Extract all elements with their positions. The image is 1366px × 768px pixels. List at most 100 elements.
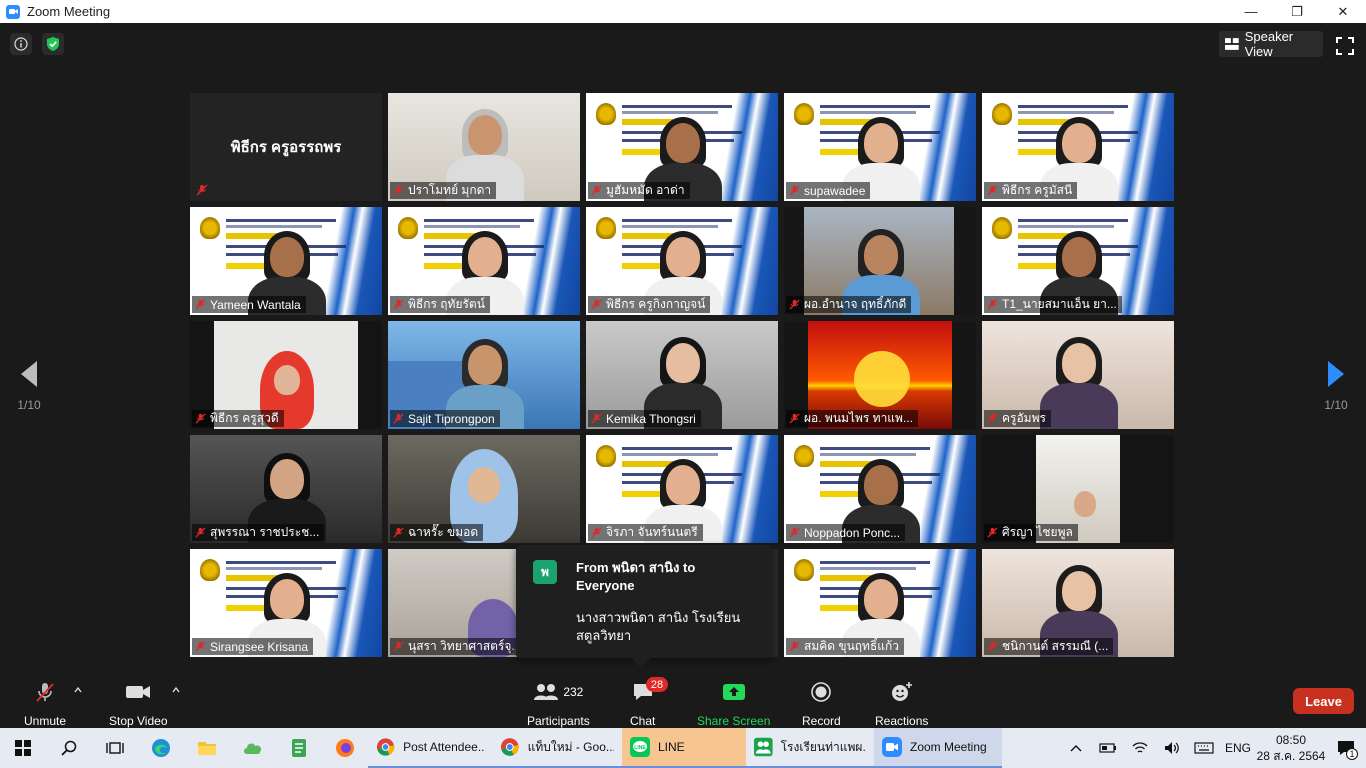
participant-tile[interactable]: Kemika Thongsri bbox=[586, 321, 778, 429]
window-title: Zoom Meeting bbox=[27, 4, 111, 19]
fullscreen-icon[interactable] bbox=[1334, 35, 1356, 57]
sender-avatar: พ bbox=[533, 560, 557, 584]
speaker-view-button[interactable]: Speaker View bbox=[1219, 29, 1323, 59]
taskbar-app-chrome-new-tab[interactable]: แท็บใหม่ - Goo... bbox=[492, 728, 622, 768]
close-button[interactable]: ✕ bbox=[1320, 0, 1366, 23]
edge-browser-icon[interactable] bbox=[138, 728, 184, 768]
participant-tile[interactable]: ครูอัมพร bbox=[982, 321, 1174, 429]
notification-center-icon[interactable]: 1 bbox=[1326, 728, 1366, 768]
unmute-button[interactable]: Unmute bbox=[24, 681, 66, 728]
battery-icon[interactable] bbox=[1092, 728, 1124, 768]
audio-options-chevron-up-icon[interactable] bbox=[73, 685, 83, 695]
participant-name: พิธีกร ครูมัสนี bbox=[1002, 183, 1073, 197]
speaker-view-icon bbox=[1225, 38, 1239, 50]
zoom-app-icon bbox=[6, 4, 20, 19]
muted-mic-icon bbox=[393, 185, 404, 196]
reactions-button[interactable]: Reactions bbox=[875, 681, 928, 728]
file-explorer-icon[interactable] bbox=[184, 728, 230, 768]
meeting-info-icon[interactable] bbox=[10, 33, 32, 55]
previous-page-nav[interactable]: 1/10 bbox=[5, 356, 53, 412]
participant-tile[interactable]: มูฮัมหมัด อาด่า bbox=[586, 93, 778, 201]
taskbar-clock[interactable]: 08:50 28 ส.ค. 2564 bbox=[1256, 732, 1326, 764]
smiley-plus-icon bbox=[890, 681, 914, 703]
participant-tile[interactable]: พิธีกร ครูมัสนี bbox=[982, 93, 1174, 201]
participant-tile[interactable]: จิรภา จันทร์นนตรี bbox=[586, 435, 778, 543]
participant-nameplate: ชนิกานต์ สรรมณี (... bbox=[984, 638, 1114, 655]
cloud-app-icon[interactable] bbox=[230, 728, 276, 768]
taskbar-app-label: แท็บใหม่ - Goo... bbox=[527, 739, 614, 754]
participant-nameplate: พิธีกร ฤทัยรัตน์ bbox=[390, 296, 490, 313]
volume-icon[interactable] bbox=[1156, 728, 1188, 768]
participants-label: Participants bbox=[527, 714, 590, 728]
input-language[interactable]: ENG bbox=[1220, 728, 1256, 768]
taskbar-app-zoom-meeting[interactable]: Zoom Meeting bbox=[874, 728, 1002, 768]
chevron-left-icon[interactable] bbox=[5, 356, 53, 392]
restore-button[interactable]: ❐ bbox=[1274, 0, 1320, 23]
record-button[interactable]: Record bbox=[802, 681, 841, 728]
leave-button[interactable]: Leave bbox=[1293, 688, 1354, 714]
participant-tile[interactable]: ศิรญา ไชยพูล bbox=[982, 435, 1174, 543]
participant-tile[interactable]: พิธีกร ฤทัยรัตน์ bbox=[388, 207, 580, 315]
muted-mic-icon bbox=[987, 641, 998, 652]
participant-tile[interactable]: พิธีกร ครูกิงกาญจน์ bbox=[586, 207, 778, 315]
participant-name: พิธีกร ฤทัยรัตน์ bbox=[408, 297, 485, 311]
next-page-nav[interactable]: 1/10 bbox=[1312, 356, 1360, 412]
encryption-shield-icon[interactable] bbox=[42, 33, 64, 55]
participant-tile[interactable]: supawadee bbox=[784, 93, 976, 201]
muted-microphone-icon bbox=[34, 681, 56, 703]
participant-tile[interactable]: พิธีกร ครูอรรถพร bbox=[190, 93, 382, 201]
participant-name: ผอ. พนมไพร ทาแพ... bbox=[804, 411, 913, 425]
video-options-chevron-up-icon[interactable] bbox=[171, 685, 181, 695]
taskbar-app-line[interactable]: LINE LINE bbox=[622, 728, 746, 768]
taskbar-app-chrome-post-attendee[interactable]: Post Attendee... bbox=[368, 728, 492, 768]
participant-nameplate: ผอ. พนมไพร ทาแพ... bbox=[786, 410, 918, 427]
minimize-button[interactable]: — bbox=[1228, 0, 1274, 23]
task-view-icon[interactable] bbox=[92, 728, 138, 768]
taskbar-app-school-chat[interactable]: โรงเรียนท่าแพผ... bbox=[746, 728, 874, 768]
participant-tile[interactable]: สุพรรณา ราชประช... bbox=[190, 435, 382, 543]
participant-name: ศิรญา ไชยพูล bbox=[1002, 525, 1073, 539]
clock-date: 28 ส.ค. 2564 bbox=[1256, 749, 1326, 763]
participant-tile[interactable]: ชนิกานต์ สรรมณี (... bbox=[982, 549, 1174, 657]
participant-nameplate: พิธีกร ครูมัสนี bbox=[984, 182, 1078, 199]
notes-app-icon[interactable] bbox=[276, 728, 322, 768]
participant-tile[interactable]: ผอ. พนมไพร ทาแพ... bbox=[784, 321, 976, 429]
participant-nameplate: จิรภา จันทร์นนตรี bbox=[588, 524, 703, 541]
participant-name: ครูอัมพร bbox=[1002, 411, 1046, 425]
participant-tile[interactable]: T1_นายสมาแอ็น ยา... bbox=[982, 207, 1174, 315]
page-indicator-left: 1/10 bbox=[17, 398, 41, 412]
participant-nameplate: ปราโมทย์ มุกดา bbox=[390, 182, 497, 199]
participant-nameplate: ผอ.อำนาจ ฤทธิ์ภักดี bbox=[786, 296, 912, 313]
chat-notification-popup[interactable]: พ From พนิดา สานิง to Everyone นางสาวพนิ… bbox=[516, 545, 772, 668]
participant-tile[interactable]: พิธีกร ครูสุวดี bbox=[190, 321, 382, 429]
clock-time: 08:50 bbox=[1275, 733, 1307, 747]
participant-nameplate: สมคิด ขุนฤทธิ์แก้ว bbox=[786, 638, 905, 655]
participant-tile[interactable]: ผอ.อำนาจ ฤทธิ์ภักดี bbox=[784, 207, 976, 315]
participant-tile[interactable]: ฉาหรั๊ะ ขมอด bbox=[388, 435, 580, 543]
windows-start-icon[interactable] bbox=[0, 728, 46, 768]
stop-video-button[interactable]: Stop Video bbox=[109, 681, 168, 728]
participant-tile[interactable]: ปราโมทย์ มุกดา bbox=[388, 93, 580, 201]
participant-name: ปราโมทย์ มุกดา bbox=[408, 183, 492, 197]
participant-tile[interactable]: Noppadon Ponc... bbox=[784, 435, 976, 543]
share-screen-button[interactable]: Share Screen bbox=[697, 681, 770, 728]
chevron-up-icon[interactable] bbox=[1060, 728, 1092, 768]
participants-icon: 232 bbox=[533, 681, 583, 703]
muted-mic-icon bbox=[393, 413, 404, 424]
search-icon[interactable] bbox=[46, 728, 92, 768]
wifi-icon[interactable] bbox=[1124, 728, 1156, 768]
muted-mic-icon bbox=[789, 527, 800, 538]
muted-mic-icon bbox=[195, 527, 206, 538]
participant-tile[interactable]: Sajit Tiprongpon bbox=[388, 321, 580, 429]
participant-tile[interactable]: Yameen Wantala bbox=[190, 207, 382, 315]
participant-nameplate: พิธีกร ครูสุวดี bbox=[192, 410, 284, 427]
teams-chat-icon bbox=[754, 737, 773, 757]
participant-tile[interactable]: สมคิด ขุนฤทธิ์แก้ว bbox=[784, 549, 976, 657]
keyboard-icon[interactable] bbox=[1188, 728, 1220, 768]
window-title-bar: Zoom Meeting — ❐ ✕ bbox=[0, 0, 1366, 23]
participant-nameplate: ครูอัมพร bbox=[984, 410, 1051, 427]
participant-tile[interactable]: Sirangsee Krisana bbox=[190, 549, 382, 657]
chevron-right-icon[interactable] bbox=[1312, 356, 1360, 392]
participants-button[interactable]: 232 Participants bbox=[527, 681, 590, 728]
firefox-icon[interactable] bbox=[322, 728, 368, 768]
